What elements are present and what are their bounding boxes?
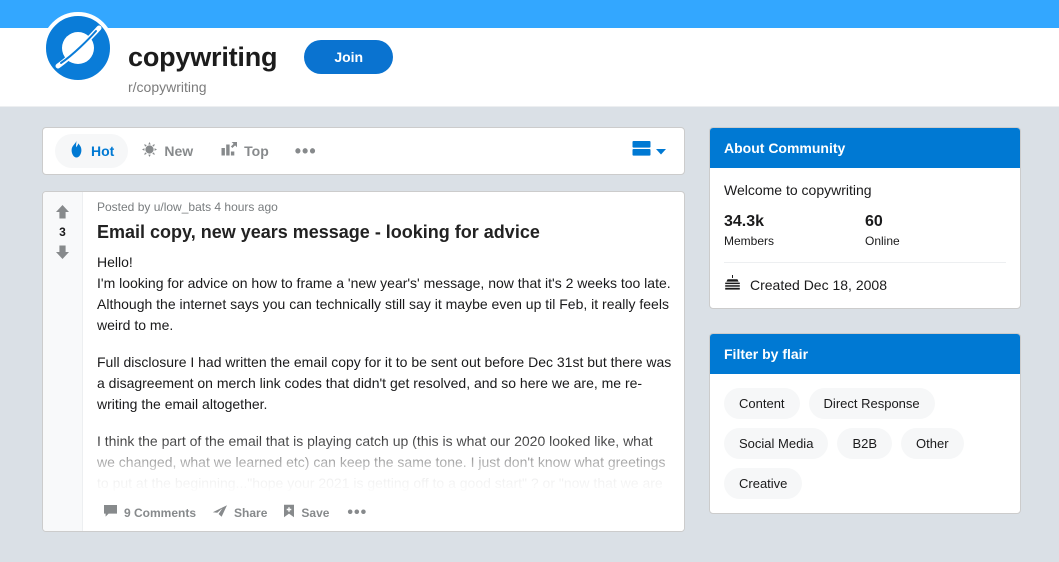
post-meta: Posted by u/low_bats 4 hours ago (97, 200, 278, 214)
tab-top-label: Top (244, 143, 269, 159)
members-label: Members (724, 234, 775, 248)
chevron-down-icon (656, 142, 666, 160)
subreddit-planet-icon[interactable] (42, 12, 114, 84)
post-body: Posted by u/low_bats 4 hours ago Email c… (83, 192, 684, 531)
flair-chip[interactable]: Direct Response (808, 388, 935, 419)
bookmark-icon (283, 504, 295, 521)
share-label: Share (234, 505, 268, 520)
downvote-arrow-icon[interactable] (52, 242, 73, 262)
join-button[interactable]: Join (304, 40, 394, 74)
sort-overflow-button[interactable]: ••• (283, 138, 329, 164)
tab-hot-label: Hot (91, 143, 115, 159)
tab-top[interactable]: Top (207, 135, 283, 167)
share-button[interactable]: Share (206, 499, 273, 526)
post-action-bar: 9 Comments Share Save ••• (83, 494, 684, 531)
flair-chip[interactable]: B2B (837, 428, 893, 459)
flair-chip[interactable]: Social Media (724, 428, 829, 459)
community-created: Created Dec 18, 2008 (724, 275, 1006, 294)
top-banner (0, 0, 1059, 28)
save-label: Save (301, 505, 330, 520)
share-arrow-icon (212, 504, 228, 521)
post-paragraph: Hello! I'm looking for advice on how to … (97, 254, 671, 333)
vote-column: 3 (43, 192, 83, 531)
post-overflow-button[interactable]: ••• (339, 503, 375, 523)
save-button[interactable]: Save (277, 499, 335, 526)
community-stats: 34.3k Members 60 Online (724, 212, 1006, 248)
vote-score: 3 (59, 225, 66, 239)
comments-button[interactable]: 9 Comments (97, 499, 202, 526)
members-count: 34.3k (724, 213, 765, 230)
post-title[interactable]: Email copy, new years message - looking … (97, 221, 672, 243)
online-stat: 60 Online (865, 212, 1006, 248)
about-community-card: About Community Welcome to copywriting 3… (709, 127, 1021, 309)
subreddit-slug: r/copywriting (128, 79, 207, 95)
online-count: 60 (865, 213, 883, 230)
about-community-title: About Community (710, 128, 1020, 168)
page-content: Hot New Top ••• 3 Posted by u/low_bats 4… (0, 107, 1059, 538)
flair-chip[interactable]: Creative (724, 468, 803, 499)
about-community-body: Welcome to copywriting 34.3k Members 60 … (710, 168, 1020, 308)
online-label: Online (865, 234, 900, 248)
flair-chip[interactable]: Other (901, 428, 964, 459)
flame-icon (69, 141, 84, 161)
post-paragraph: Full disclosure I had written the email … (97, 354, 672, 412)
members-stat: 34.3k Members (724, 212, 865, 248)
tab-hot[interactable]: Hot (55, 134, 129, 168)
card-view-icon (632, 140, 651, 162)
comments-label: 9 Comments (124, 505, 197, 520)
comment-bubble-icon (103, 504, 118, 521)
post-card[interactable]: 3 Posted by u/low_bats 4 hours ago Email… (42, 191, 685, 532)
upvote-arrow-icon[interactable] (52, 202, 73, 222)
main-column: Hot New Top ••• 3 Posted by u/low_bats 4… (42, 127, 685, 538)
post-sort-bar: Hot New Top ••• (42, 127, 685, 175)
filter-by-flair-title: Filter by flair (710, 334, 1020, 374)
bar-chart-icon (221, 142, 238, 160)
post-text: Hello! I'm looking for advice on how to … (97, 252, 672, 515)
sidebar: About Community Welcome to copywriting 3… (709, 127, 1021, 538)
created-label: Created Dec 18, 2008 (750, 276, 887, 293)
subreddit-header: copywriting Join r/copywriting (0, 12, 1059, 107)
flair-list: Content Direct Response Social Media B2B… (724, 388, 1006, 499)
flair-chip[interactable]: Content (724, 388, 800, 419)
tab-new[interactable]: New (128, 135, 207, 167)
page-title: copywriting (128, 41, 278, 72)
filter-by-flair-body: Content Direct Response Social Media B2B… (710, 374, 1020, 513)
starburst-icon (142, 142, 158, 160)
view-mode-selector[interactable] (626, 136, 672, 166)
about-divider (724, 262, 1006, 263)
cake-icon (724, 275, 741, 294)
community-welcome-text: Welcome to copywriting (724, 182, 872, 198)
filter-by-flair-card: Filter by flair Content Direct Response … (709, 333, 1021, 514)
tab-new-label: New (164, 143, 194, 159)
